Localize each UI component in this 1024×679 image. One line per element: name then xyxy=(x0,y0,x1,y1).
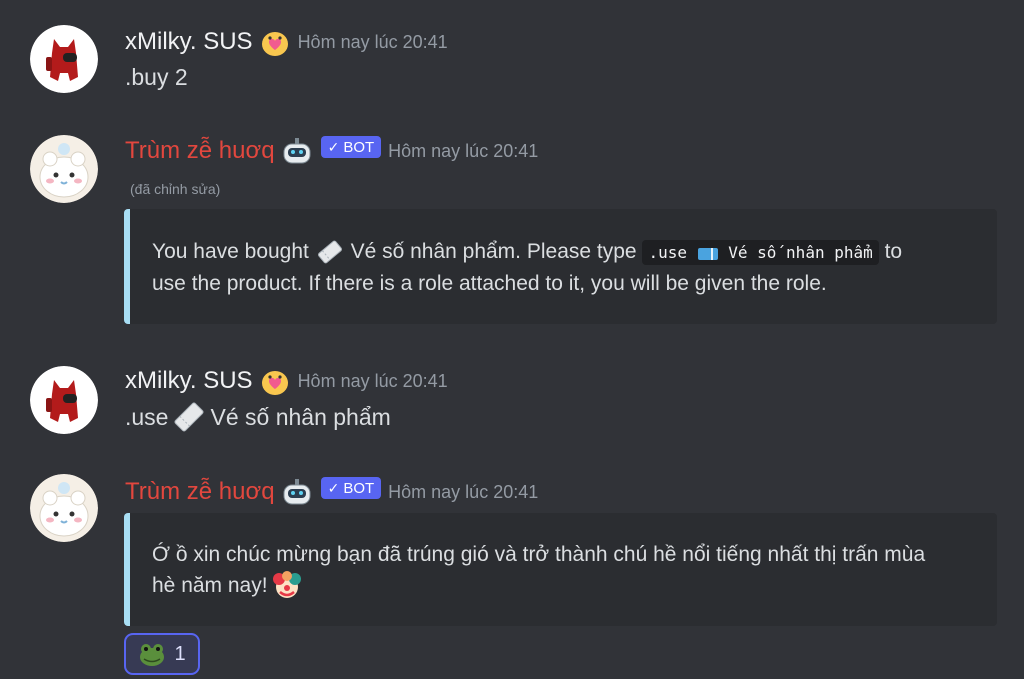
frog-icon xyxy=(140,644,165,666)
reaction-button[interactable]: 1 xyxy=(124,633,200,675)
embed-text: You have bought xyxy=(152,240,309,263)
ticket-icon xyxy=(697,247,718,260)
heart-blob-icon xyxy=(261,32,288,56)
reaction-count: 1 xyxy=(174,642,186,665)
embed-text: hè năm nay! xyxy=(152,574,268,597)
heart-blob-icon xyxy=(261,371,288,395)
username[interactable]: xMilky. SUS xyxy=(125,367,253,395)
robot-icon xyxy=(283,138,311,164)
message-body: .use xyxy=(125,403,169,430)
message-header: Trùm zễ huơq ✓ BOT Hôm nay lúc 20:41 xyxy=(125,476,538,508)
embed-text: use the product. If there is a role atta… xyxy=(152,272,827,295)
embed-text: Ớ ồ xin chúc mừng bạn đã trúng gió và tr… xyxy=(152,543,926,566)
edited-label: (đã chỉnh sửa) xyxy=(130,181,221,197)
message-body: .buy 2 xyxy=(125,64,188,90)
bot-avatar[interactable] xyxy=(30,474,98,542)
bot-username[interactable]: Trùm zễ huơq xyxy=(125,137,275,165)
inline-code: .use Vé số nhân phẩm xyxy=(642,240,879,265)
ticket-icon xyxy=(174,402,205,432)
message-body: Vé số nhân phẩm xyxy=(210,403,391,430)
username[interactable]: xMilky. SUS xyxy=(125,28,253,56)
timestamp: Hôm nay lúc 20:41 xyxy=(388,140,539,161)
message-text: .buy 2 xyxy=(125,64,188,91)
timestamp: Hôm nay lúc 20:41 xyxy=(388,481,539,502)
robot-icon xyxy=(283,479,311,505)
bot-tag: ✓ BOT xyxy=(320,477,382,499)
message-header: xMilky. SUS Hôm nay lúc 20:41 xyxy=(125,365,448,397)
embed-text: Vé số nhân phẩm. Please type xyxy=(350,240,637,263)
user-avatar[interactable] xyxy=(30,366,98,434)
timestamp: Hôm nay lúc 20:41 xyxy=(297,31,448,52)
embed: You have bought Vé số nhân phẩm. Please … xyxy=(124,209,997,324)
bot-username[interactable]: Trùm zễ huơq xyxy=(125,478,275,506)
embed: Ớ ồ xin chúc mừng bạn đã trúng gió và tr… xyxy=(124,513,997,626)
message-header: Trùm zễ huơq ✓ BOT Hôm nay lúc 20:41 xyxy=(125,135,538,167)
message-header: xMilky. SUS Hôm nay lúc 20:41 xyxy=(125,26,448,58)
user-avatar[interactable] xyxy=(30,25,98,93)
timestamp: Hôm nay lúc 20:41 xyxy=(297,370,448,391)
message-text: .use Vé số nhân phẩm xyxy=(125,400,391,434)
bot-tag: ✓ BOT xyxy=(320,136,382,158)
clown-icon xyxy=(272,570,301,598)
ticket-icon xyxy=(317,241,342,264)
bot-avatar[interactable] xyxy=(30,135,98,203)
embed-text: to xyxy=(884,240,903,263)
